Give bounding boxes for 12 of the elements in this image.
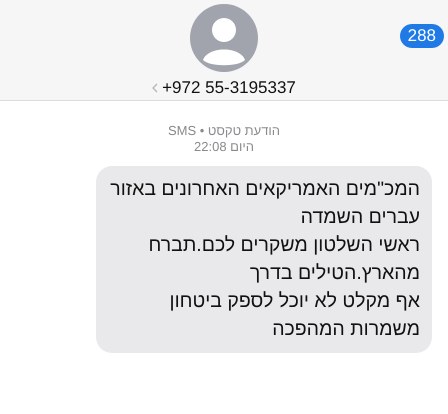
unread-count-badge[interactable]: 288 [400, 24, 444, 48]
message-service-label: הודעת טקסט • SMS [168, 123, 280, 138]
message-text-line: עברים השמדה [300, 205, 420, 230]
message-text-line: משמרות המהפכה [272, 317, 420, 342]
message-text-line: מהארץ.הטילים בדרך [250, 261, 420, 286]
avatar-icon [190, 4, 258, 72]
message-timestamp: היום 22:08 [194, 139, 254, 154]
contact-number[interactable]: +972 55-3195337 [162, 78, 296, 98]
chevron-left-icon[interactable] [152, 83, 158, 93]
message-text-line: ראשי השלטון משקרים לכם.תברח [148, 233, 420, 258]
message-text-line: אף מקלט לא יוכל לספק ביטחון [170, 289, 420, 314]
message-text-line: המכ"מים האמריקאים האחרונים באזור [110, 177, 420, 202]
